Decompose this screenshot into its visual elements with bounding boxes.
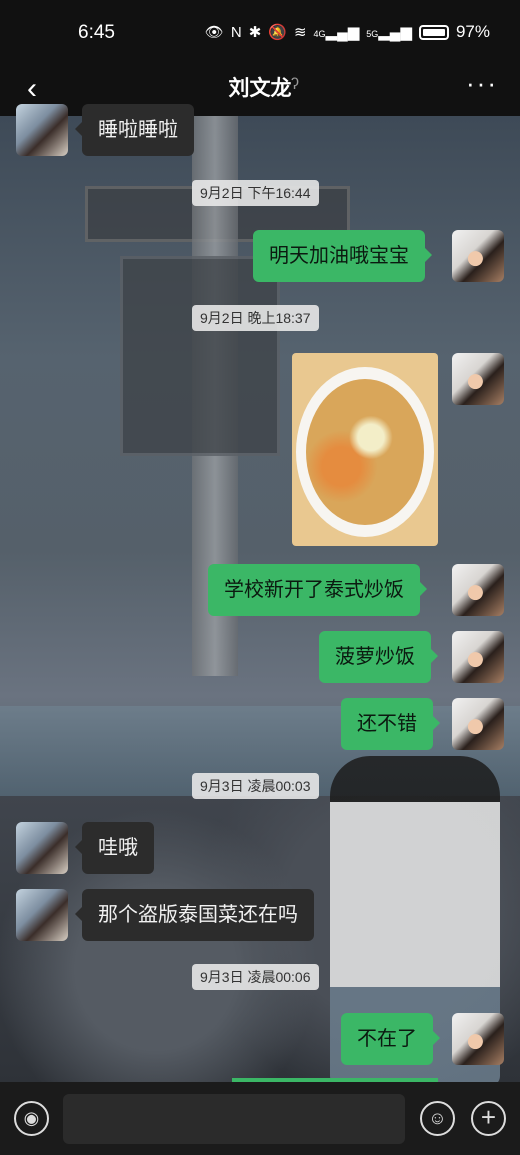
earpiece-mode-icon: ʔ <box>291 76 299 93</box>
voice-input-button[interactable]: ◉ <box>14 1101 49 1136</box>
my-avatar[interactable] <box>452 564 504 616</box>
voice-icon: ◉ <box>23 1108 40 1128</box>
my-avatar[interactable] <box>452 698 504 750</box>
message-bubble-received[interactable]: 睡啦睡啦 <box>75 104 194 156</box>
my-avatar[interactable] <box>452 631 504 683</box>
mute-bell-icon: 🔕 <box>268 24 287 41</box>
emoji-icon: ☺ <box>428 1108 447 1128</box>
bg-box <box>120 256 280 456</box>
contact-avatar[interactable] <box>16 104 68 156</box>
nfc-icon: N <box>230 23 242 41</box>
my-avatar[interactable] <box>452 230 504 282</box>
battery-icon <box>418 24 449 40</box>
wifi-icon: ≋ <box>293 24 307 41</box>
timestamp: 9月2日 下午16:44 <box>192 180 319 206</box>
status-icons: 👁 N ✱ 🔕 ≋ 4G▂▄▆ 5G▂▄▆ 97% <box>205 22 490 42</box>
message-bubble-sent[interactable]: 明天加油哦宝宝 <box>253 230 432 282</box>
message-bubble-sent[interactable]: 还不错 <box>341 698 440 750</box>
signal-icon-a: 4G▂▄▆ <box>313 24 360 41</box>
chat-header: ‹ 刘文龙 ʔ ··· <box>0 64 520 116</box>
chat-title: 刘文龙 <box>228 77 292 100</box>
my-avatar[interactable] <box>452 353 504 405</box>
contact-avatar[interactable] <box>16 889 68 941</box>
message-bubble-received[interactable]: 哇哦 <box>75 822 154 874</box>
photo-food <box>306 379 424 525</box>
emoji-button[interactable]: ☺ <box>420 1101 455 1136</box>
input-bar: ◉ ☺ + <box>0 1082 520 1155</box>
my-avatar[interactable] <box>452 1013 504 1065</box>
message-input[interactable] <box>63 1094 405 1144</box>
message-bubble-sent[interactable]: 菠萝炒饭 <box>319 631 438 683</box>
plus-icon: + <box>480 1102 497 1132</box>
timestamp: 9月3日 凌晨00:03 <box>192 773 319 799</box>
more-functions-button[interactable]: + <box>471 1101 506 1136</box>
battery-percent: 97% <box>455 22 490 41</box>
image-message[interactable] <box>292 353 438 546</box>
status-bar: 6:45 👁 N ✱ 🔕 ≋ 4G▂▄▆ 5G▂▄▆ 97% <box>0 0 520 64</box>
message-bubble-sent[interactable]: 不在了 <box>341 1013 440 1065</box>
status-time: 6:45 <box>78 22 115 43</box>
message-bubble-sent[interactable]: 学校新开了泰式炒饭 <box>208 564 427 616</box>
bluetooth-icon: ✱ <box>248 24 262 41</box>
timestamp: 9月2日 晚上18:37 <box>192 305 319 331</box>
more-options-button[interactable]: ··· <box>466 68 498 99</box>
signal-icon-b: 5G▂▄▆ <box>366 24 412 41</box>
contact-avatar[interactable] <box>16 822 68 874</box>
eye-icon: 👁 <box>204 24 224 41</box>
message-bubble-received[interactable]: 那个盗版泰国菜还在吗 <box>75 889 314 941</box>
timestamp: 9月3日 凌晨00:06 <box>192 964 319 990</box>
